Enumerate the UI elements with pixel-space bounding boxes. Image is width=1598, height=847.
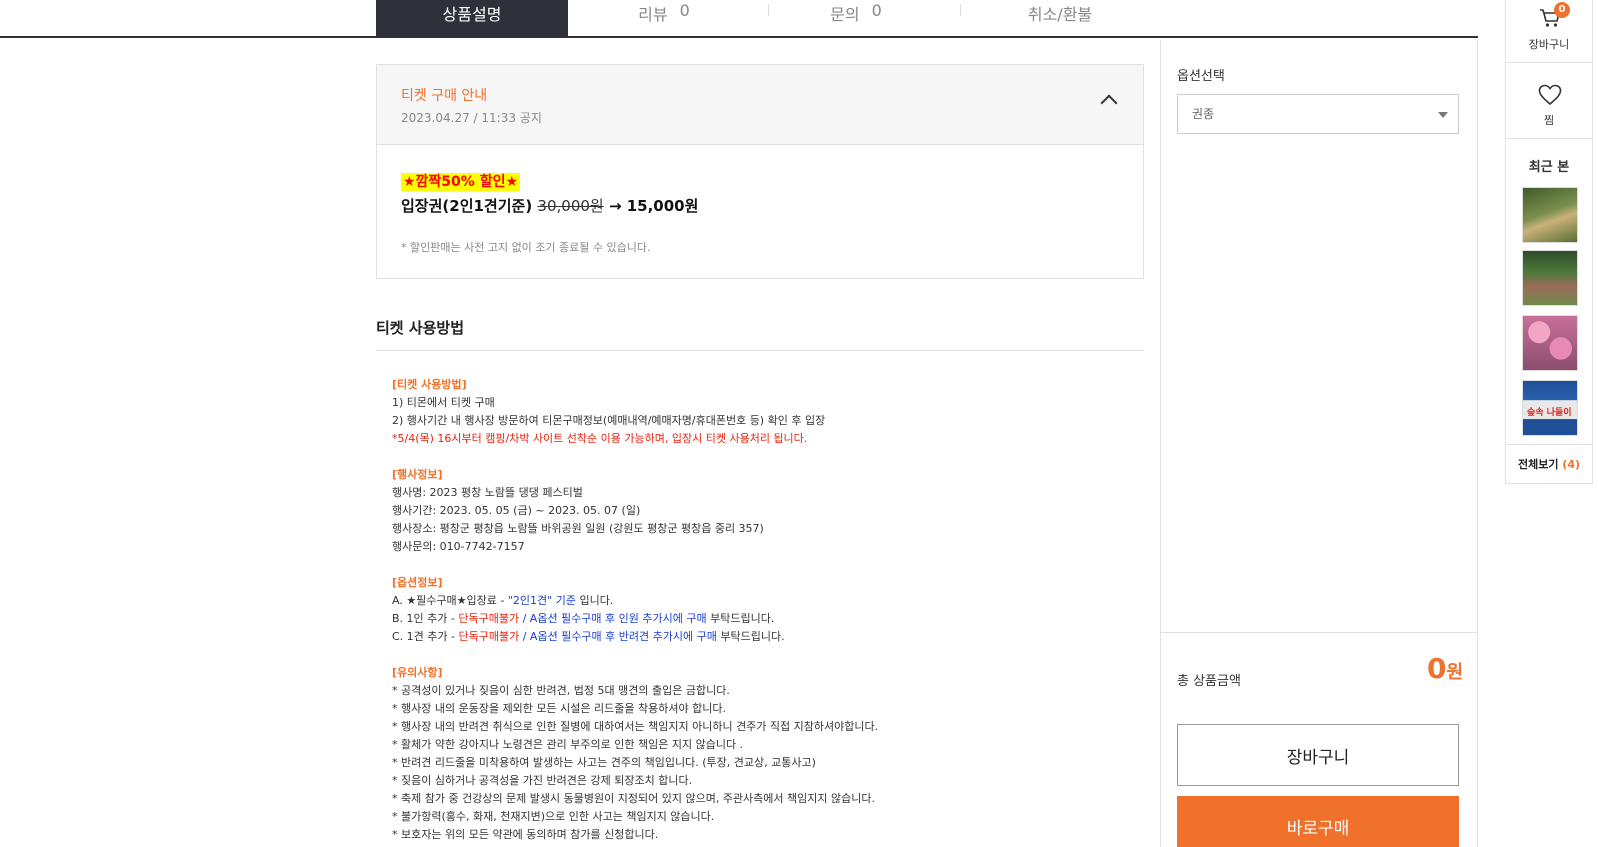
- option-select-label: 옵션선택: [1177, 69, 1225, 84]
- usage-content: [티켓 사용방법] 1) 티몬에서 티켓 구매 2) 행사기간 내 행사장 방문…: [392, 376, 1132, 844]
- quick-divider: [1506, 444, 1592, 445]
- recent-viewed-title: 최근 본: [1528, 160, 1570, 175]
- option-c-text: C. 1견 추가 -: [392, 630, 459, 643]
- caution-line: * 축제 참가 중 건강상의 문제 발생시 동물병원이 지정되어 있지 않으며,…: [392, 792, 875, 805]
- notice-date: 2023.04.27 / 11:33 공지: [401, 111, 542, 125]
- cart-count-badge: 0: [1554, 2, 1570, 18]
- tab-refund[interactable]: 취소/환불: [964, 0, 1156, 38]
- quick-cart-label: 장바구니: [1528, 38, 1570, 51]
- usage-section-title: 티켓 사용방법: [376, 319, 465, 337]
- option-b-warning: 단독구매불가: [458, 612, 520, 625]
- tab-description[interactable]: 상품설명: [376, 0, 568, 38]
- quick-side-bar: 0 장바구니 찜 최근 본 숲속 나들이 전체보기 (4): [1505, 0, 1593, 484]
- usage-line: 2) 행사기간 내 행사장 방문하여 티몬구매정보(예매내역/예매자명/휴대폰번…: [392, 414, 826, 427]
- option-b-highlight: / A옵션 필수구매 후 인원 추가시에 구매: [519, 612, 707, 625]
- total-price-amount: 0: [1426, 652, 1447, 685]
- option-c-suffix: 부탁드립니다.: [716, 630, 785, 643]
- discount-promo-badge: ★깜짝50% 할인★: [401, 173, 521, 191]
- chevron-up-icon[interactable]: [1100, 94, 1118, 112]
- ticket-type-select-value: 권종: [1192, 107, 1215, 121]
- caution-heading: [유의사항]: [392, 666, 443, 679]
- buy-now-button[interactable]: 바로구매: [1177, 796, 1459, 847]
- caution-line: * 활체가 약한 강아지나 노령견은 관리 부주의로 인한 책임은 지지 않습니…: [392, 738, 744, 751]
- caution-line: * 공격성이 있거나 짖음이 심한 반려견, 법정 5대 맹견의 출입은 금합니…: [392, 684, 730, 697]
- event-contact: 행사문의: 010-7742-7157: [392, 540, 525, 553]
- usage-line: 1) 티몬에서 티켓 구매: [392, 396, 495, 409]
- quick-wishlist[interactable]: 찜: [1506, 62, 1592, 138]
- event-info-heading: [행사정보]: [392, 468, 443, 481]
- product-tab-bar: 상품설명 리뷰 0 문의 0 취소/환불: [0, 0, 1478, 38]
- recent-item-thumbnail[interactable]: [1522, 315, 1578, 371]
- caution-line: * 행사장 내의 운동장을 제외한 모든 시설은 리드줄을 착용하셔야 합니다.: [392, 702, 726, 715]
- tab-review-label: 리뷰: [638, 5, 668, 24]
- section-divider: [376, 350, 1144, 351]
- thumbnail-text: 숲속 나들이: [1527, 408, 1572, 418]
- usage-line-warning: *5/4(목) 16시부터 캠핑/차박 사이트 선착순 이용 가능하며, 입장시…: [392, 432, 808, 445]
- option-info-heading: [옵션정보]: [392, 576, 443, 589]
- option-a-suffix: 입니다.: [575, 594, 614, 607]
- view-all-count: (4): [1562, 458, 1581, 471]
- total-price-unit: 원: [1446, 662, 1463, 683]
- option-c-warning: 단독구매불가: [458, 630, 520, 643]
- caution-line: * 보호자는 위의 모든 약관에 동의하며 참가를 신청합니다.: [392, 828, 659, 841]
- total-price: 0원: [1427, 652, 1463, 685]
- add-to-cart-button[interactable]: 장바구니: [1177, 724, 1459, 786]
- quick-wishlist-label: 찜: [1543, 114, 1555, 127]
- quick-divider: [1506, 138, 1592, 139]
- event-period: 행사기간: 2023. 05. 05 (금) ~ 2023. 05. 07 (일…: [392, 504, 641, 517]
- usage-heading: [티켓 사용방법]: [392, 378, 467, 391]
- option-c-highlight: / A옵션 필수구매 후 반려견 추가시에 구매: [519, 630, 717, 643]
- recent-item-thumbnail[interactable]: [1522, 187, 1578, 243]
- ticket-name: 입장권(2인1견기준): [401, 197, 538, 215]
- ticket-type-select[interactable]: 권종: [1177, 94, 1459, 134]
- caution-line: * 행사장 내의 반려견 취식으로 인한 질병에 대하여서는 책임지지 아니하니…: [392, 720, 879, 733]
- option-a-text: A. ★필수구매★입장료 -: [392, 594, 508, 607]
- tab-divider: [960, 4, 961, 16]
- event-name: 행사명: 2023 평창 노람뜰 댕댕 페스티벌: [392, 486, 583, 499]
- old-price: 30,000원: [537, 197, 604, 215]
- quick-cart[interactable]: 0 장바구니: [1506, 0, 1592, 62]
- tab-review[interactable]: 리뷰 0: [568, 0, 760, 38]
- recent-item-thumbnail[interactable]: 숲속 나들이: [1522, 380, 1578, 436]
- event-location: 행사장소: 평창군 평창읍 노람뜰 바위공원 일원 (강원도 평창군 평창읍 중…: [392, 522, 764, 535]
- option-a-line: A. ★필수구매★입장료 - "2인1견" 기준 입니다.: [392, 592, 1132, 610]
- option-b-text: B. 1인 추가 -: [392, 612, 459, 625]
- total-price-label: 총 상품금액: [1177, 674, 1241, 689]
- tab-description-label: 상품설명: [442, 5, 502, 24]
- option-b-line: B. 1인 추가 - 단독구매불가 / A옵션 필수구매 후 인원 추가시에 구…: [392, 610, 1132, 628]
- price-arrow: →: [603, 197, 627, 215]
- caution-line: * 불가항력(홍수, 화재, 천재지변)으로 인한 사고는 책임지지 않습니다.: [392, 810, 715, 823]
- discount-disclaimer: * 할인판매는 사전 고지 없이 조기 종료될 수 있습니다.: [401, 241, 651, 254]
- panel-divider: [1161, 632, 1477, 633]
- view-all-recent-link[interactable]: 전체보기 (4): [1506, 456, 1592, 472]
- new-price: 15,000원: [626, 197, 699, 215]
- option-a-highlight: "2인1견" 기준: [507, 594, 576, 607]
- notice-title: 티켓 구매 안내: [401, 88, 488, 104]
- tab-inquiry[interactable]: 문의 0: [760, 0, 952, 38]
- ticket-price-line: 입장권(2인1견기준) 30,000원 → 15,000원: [401, 195, 698, 216]
- notice-header[interactable]: 티켓 구매 안내 2023.04.27 / 11:33 공지: [377, 65, 1143, 145]
- ticket-purchase-notice: 티켓 구매 안내 2023.04.27 / 11:33 공지 ★깜짝50% 할인…: [376, 64, 1144, 279]
- caution-line: * 반려견 리드줄을 미착용하여 발생하는 사고는 견주의 책임입니다. (투장…: [392, 756, 816, 769]
- heart-icon: [1538, 84, 1562, 106]
- option-panel: 옵션선택 권종 총 상품금액 0원 장바구니 바로구매: [1160, 40, 1478, 847]
- recent-item-thumbnail[interactable]: [1522, 250, 1578, 306]
- tab-inquiry-label: 문의: [830, 5, 860, 24]
- caution-line: * 짖음이 심하거나 공격성을 가진 반려견은 강제 퇴장조치 합니다.: [392, 774, 693, 787]
- tab-review-count: 0: [679, 1, 690, 20]
- option-b-suffix: 부탁드립니다.: [706, 612, 775, 625]
- tab-inquiry-count: 0: [871, 1, 882, 20]
- view-all-label: 전체보기: [1517, 458, 1563, 471]
- tab-refund-label: 취소/환불: [1027, 5, 1093, 24]
- caret-down-icon: [1438, 112, 1448, 118]
- option-c-line: C. 1견 추가 - 단독구매불가 / A옵션 필수구매 후 반려견 추가시에 …: [392, 628, 1132, 646]
